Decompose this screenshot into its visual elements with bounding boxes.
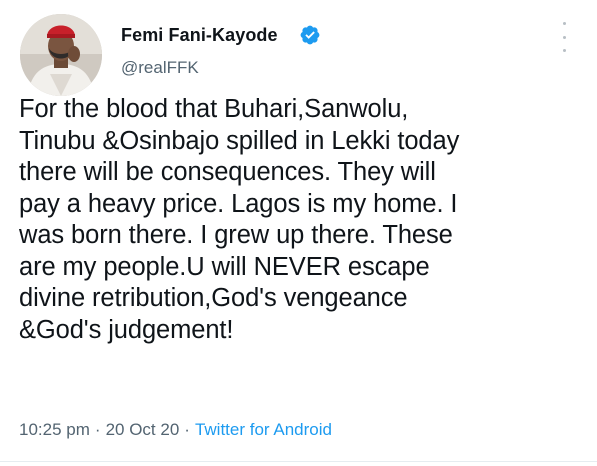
divider — [0, 461, 597, 462]
tweet-metadata: 10:25 pm · 20 Oct 20 · Twitter for Android — [19, 420, 332, 440]
avatar[interactable] — [20, 14, 102, 96]
author-name[interactable]: Femi Fani-Kayode — [121, 25, 278, 46]
more-dot — [562, 35, 566, 39]
verified-badge-icon — [300, 25, 320, 45]
author-handle[interactable]: @realFFK — [121, 58, 199, 78]
tweet-card: Femi Fani-Kayode @realFFK For the blood … — [0, 0, 597, 466]
meta-separator: · — [184, 420, 190, 439]
tweet-date[interactable]: 20 Oct 20 — [106, 420, 180, 439]
tweet-source-link[interactable]: Twitter for Android — [195, 420, 332, 439]
tweet-text: For the blood that Buhari,Sanwolu, Tinub… — [19, 95, 460, 344]
profile-photo-icon — [20, 14, 102, 96]
more-dot — [562, 49, 566, 52]
more-dot — [562, 22, 566, 25]
tweet-time[interactable]: 10:25 pm — [19, 420, 90, 439]
meta-separator: · — [94, 420, 101, 439]
more-options-icon[interactable] — [559, 22, 569, 52]
